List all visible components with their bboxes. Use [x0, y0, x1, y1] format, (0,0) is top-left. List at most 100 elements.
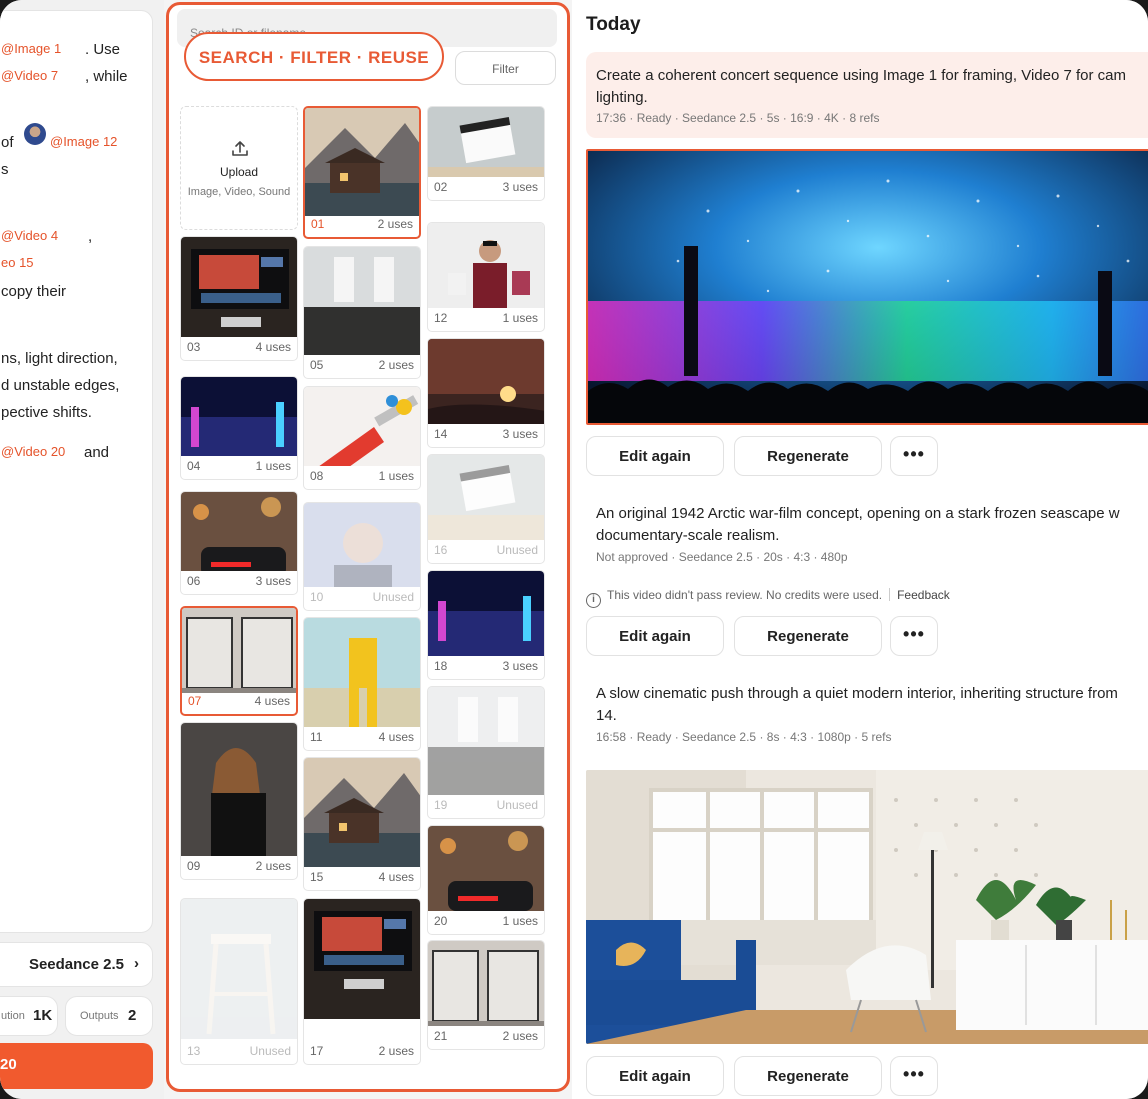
resolution-label: ution	[1, 1010, 25, 1022]
prompt-editor[interactable]: @Image 1 . Use @Video 7 , while of @Imag…	[0, 10, 153, 933]
asset-tile-12[interactable]: 12 1 uses	[427, 222, 545, 332]
resolution-option[interactable]: ution 1K	[0, 996, 58, 1036]
asset-id: 09	[187, 859, 201, 873]
asset-usage: 3 uses	[502, 180, 538, 194]
regenerate-button[interactable]: Regenerate	[734, 436, 882, 476]
more-options-button[interactable]: •••	[890, 1056, 938, 1096]
upload-dropzone[interactable]: Upload Image, Video, Sound	[180, 106, 298, 230]
prompt-text: copy their	[1, 283, 67, 300]
asset-id: 15	[310, 870, 324, 884]
asset-tile-21[interactable]: 21 2 uses	[427, 940, 545, 1050]
prompt-text: ,	[88, 228, 93, 245]
asset-tile-16[interactable]: 16 Unused	[427, 454, 545, 564]
outputs-option[interactable]: Outputs 2	[65, 996, 153, 1036]
asset-tile-02[interactable]: 02 3 uses	[427, 106, 545, 201]
asset-tile-17[interactable]: 17 2 uses	[303, 898, 421, 1065]
asset-tile-08[interactable]: 08 1 uses	[303, 386, 421, 490]
banner-text: SEARCH · FILTER · REUSE	[198, 48, 430, 67]
asset-id: 13	[187, 1044, 201, 1058]
asset-usage: Unused	[372, 590, 414, 604]
asset-tile-09[interactable]: 09 2 uses	[180, 722, 298, 880]
edit-again-button[interactable]: Edit again	[586, 1056, 724, 1096]
asset-thumbnail	[304, 503, 420, 587]
prompt-line: A slow cinematic push through a quiet mo…	[596, 685, 1118, 702]
asset-usage: 3 uses	[255, 574, 291, 588]
asset-usage: 2 uses	[377, 217, 413, 231]
asset-id: 07	[188, 694, 202, 708]
prompt-line: 14.	[596, 707, 617, 724]
asset-id: 19	[434, 798, 448, 812]
request-card: Create a coherent concert sequence using…	[586, 52, 1148, 138]
regenerate-button[interactable]: Regenerate	[734, 616, 882, 656]
request-meta: Not approved · Seedance 2.5 · 20s · 4:3 …	[596, 550, 848, 564]
mention-video-20[interactable]: @Video 20	[1, 444, 65, 459]
resolution-value: 1K	[33, 1007, 53, 1024]
asset-thumbnail	[428, 223, 544, 308]
edit-again-button[interactable]: Edit again	[586, 616, 724, 656]
asset-tile-07[interactable]: 07 4 uses	[180, 606, 298, 716]
asset-tile-03[interactable]: 03 4 uses	[180, 236, 298, 361]
asset-id: 06	[187, 574, 201, 588]
asset-tile-01[interactable]: 01 2 uses	[303, 106, 421, 239]
asset-usage: 2 uses	[378, 358, 414, 372]
asset-tile-19[interactable]: 19 Unused	[427, 686, 545, 819]
asset-usage: Unused	[496, 798, 538, 812]
asset-tile-18[interactable]: 18 3 uses	[427, 570, 545, 680]
mention-image-12[interactable]: @Image 12	[50, 134, 117, 149]
regenerate-button[interactable]: Regenerate	[734, 1056, 882, 1096]
asset-id: 05	[310, 358, 324, 372]
asset-tile-14[interactable]: 14 3 uses	[427, 338, 545, 448]
mention-video-15[interactable]: eo 15	[1, 255, 34, 270]
asset-tile-04[interactable]: 04 1 uses	[180, 376, 298, 480]
model-selector[interactable]: Seedance 2.5 ›	[0, 942, 153, 987]
asset-thumbnail	[304, 387, 420, 466]
filter-button[interactable]: Filter	[455, 51, 556, 85]
mention-video-4[interactable]: @Video 4	[1, 228, 58, 243]
edit-again-button[interactable]: Edit again	[586, 436, 724, 476]
asset-usage: 2 uses	[378, 1044, 414, 1058]
asset-usage: 1 uses	[378, 469, 414, 483]
mention-image-1[interactable]: @Image 1	[1, 41, 61, 56]
asset-tile-05[interactable]: 05 2 uses	[303, 246, 421, 379]
outputs-value: 2	[128, 1007, 137, 1024]
asset-id: 01	[311, 217, 325, 231]
asset-thumbnail	[428, 339, 544, 424]
asset-id: 03	[187, 340, 201, 354]
chevron-right-icon: ›	[134, 955, 139, 972]
asset-tile-20[interactable]: 20 1 uses	[427, 825, 545, 935]
asset-thumbnail	[428, 826, 544, 911]
more-options-button[interactable]: •••	[890, 616, 938, 656]
asset-tile-11[interactable]: 11 4 uses	[303, 617, 421, 751]
asset-tile-10[interactable]: 10 Unused	[303, 502, 421, 611]
request-prompt: Create a coherent concert sequence using…	[596, 65, 1148, 109]
feedback-link[interactable]: Feedback	[897, 588, 950, 602]
asset-usage: 2 uses	[502, 1029, 538, 1043]
prompt-text: pective shifts.	[1, 404, 92, 421]
asset-tile-15[interactable]: 15 4 uses	[303, 757, 421, 891]
more-options-button[interactable]: •••	[890, 436, 938, 476]
generate-button[interactable]: 20	[0, 1043, 153, 1089]
asset-id: 20	[434, 914, 448, 928]
request-meta: 16:58 · Ready · Seedance 2.5 · 8s · 4:3 …	[596, 730, 892, 744]
asset-id: 08	[310, 469, 324, 483]
section-title: Today	[586, 14, 641, 35]
concert-scene	[588, 151, 1148, 423]
concert-result-image[interactable]	[586, 149, 1148, 425]
asset-thumbnail	[181, 723, 297, 856]
asset-id: 16	[434, 543, 448, 557]
prompt-line: Create a coherent concert sequence using…	[596, 67, 1127, 84]
mention-video-7[interactable]: @Video 7	[1, 68, 58, 83]
asset-thumbnail	[304, 758, 420, 867]
asset-thumbnail	[181, 237, 297, 337]
asset-tile-06[interactable]: 06 3 uses	[180, 491, 298, 595]
interior-result-image[interactable]	[586, 770, 1148, 1044]
asset-usage: 4 uses	[255, 340, 291, 354]
app-window: @Image 1 . Use @Video 7 , while of @Imag…	[0, 0, 1148, 1099]
upload-subtitle: Image, Video, Sound	[187, 186, 291, 198]
feature-banner: SEARCH · FILTER · REUSE	[184, 32, 444, 81]
request-prompt: A slow cinematic push through a quiet mo…	[596, 683, 1118, 727]
asset-tile-13[interactable]: 13 Unused	[180, 898, 298, 1065]
asset-id: 17	[310, 1044, 324, 1058]
asset-thumbnail	[428, 687, 544, 795]
asset-usage: 1 uses	[255, 459, 291, 473]
